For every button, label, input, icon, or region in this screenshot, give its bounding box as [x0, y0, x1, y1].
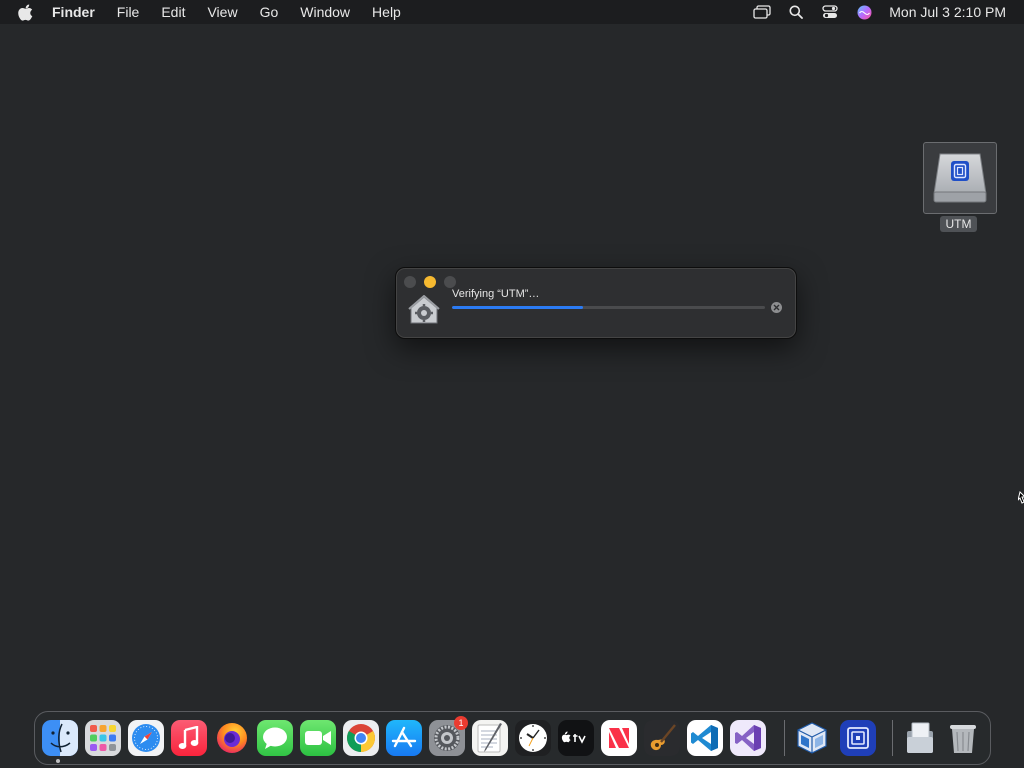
launchpad-icon: [90, 725, 116, 751]
menu-view[interactable]: View: [196, 0, 248, 24]
dock-facetime[interactable]: [300, 720, 336, 756]
music-note-icon: [178, 726, 199, 749]
dock-finder[interactable]: [42, 720, 78, 756]
control-center-icon[interactable]: [813, 5, 847, 19]
firefox-icon: [217, 723, 247, 753]
virtualbox-cube-icon: [797, 722, 827, 754]
dock-visual-studio[interactable]: [730, 720, 766, 756]
dock-documents-stack[interactable]: [902, 720, 938, 756]
video-camera-icon: [305, 731, 331, 745]
siri-icon[interactable]: [847, 5, 881, 20]
dock: 1: [34, 711, 991, 765]
news-icon: [609, 728, 629, 748]
menu-bar: Finder File Edit View Go Window Help Mon…: [0, 0, 1024, 24]
finder-icon: [42, 720, 78, 756]
vscode-icon: [691, 725, 718, 751]
dock-clock[interactable]: [515, 720, 551, 756]
menu-go[interactable]: Go: [249, 0, 290, 24]
desktop-disk-utm[interactable]: [923, 142, 997, 214]
menu-app-name[interactable]: Finder: [52, 0, 106, 24]
core-services-gear-house-icon: [408, 294, 440, 325]
apple-tv-icon: [561, 731, 586, 744]
verify-progress-fill: [452, 306, 584, 309]
clock-face-icon: [519, 724, 547, 752]
disk-image-icon: [933, 153, 987, 203]
dock-apple-tv[interactable]: [558, 720, 594, 756]
menu-help[interactable]: Help: [361, 0, 412, 24]
cancel-verify-button[interactable]: [771, 302, 782, 313]
settings-notification-badge: 1: [454, 716, 468, 730]
apple-menu-icon[interactable]: [18, 4, 34, 21]
finder-running-indicator: [56, 759, 60, 763]
dock-textedit[interactable]: [472, 720, 508, 756]
dock-separator-right: [892, 720, 893, 756]
dock-music[interactable]: [171, 720, 207, 756]
close-x-icon: [773, 304, 780, 311]
window-zoom-button[interactable]: [444, 276, 456, 288]
menu-edit[interactable]: Edit: [150, 0, 196, 24]
dock-safari[interactable]: [128, 720, 164, 756]
dock-trash[interactable]: [945, 720, 981, 756]
trash-can-icon: [950, 725, 976, 753]
dock-firefox[interactable]: [214, 720, 250, 756]
verify-progress-window: Verifying “UTM”…: [395, 267, 797, 339]
dock-messages[interactable]: [257, 720, 293, 756]
utm-icon: [847, 727, 869, 749]
dock-vscode[interactable]: [687, 720, 723, 756]
menu-window[interactable]: Window: [289, 0, 361, 24]
dock-garageband[interactable]: [644, 720, 680, 756]
menu-file[interactable]: File: [106, 0, 151, 24]
guitar-icon: [650, 724, 676, 751]
dock-news[interactable]: [601, 720, 637, 756]
documents-folder-icon: [907, 722, 933, 753]
dock-launchpad[interactable]: [85, 720, 121, 756]
spotlight-search-icon[interactable]: [779, 5, 813, 19]
visual-studio-icon: [735, 725, 761, 751]
window-minimize-button[interactable]: [424, 276, 436, 288]
dock-app-store[interactable]: [386, 720, 422, 756]
mouse-cursor-icon: [1017, 491, 1024, 509]
verify-progress-bar: [452, 306, 765, 309]
dock-separator: [784, 720, 785, 756]
dock-chrome[interactable]: [343, 720, 379, 756]
safari-compass-icon: [132, 724, 160, 752]
textedit-document-icon: [477, 723, 502, 753]
verify-status-text: Verifying “UTM”…: [452, 288, 540, 300]
dock-utm[interactable]: [840, 720, 876, 756]
screen-mirroring-icon[interactable]: [745, 5, 779, 19]
window-close-button[interactable]: [404, 276, 416, 288]
dock-virtualbox[interactable]: [794, 720, 830, 756]
desktop-disk-label[interactable]: UTM: [940, 216, 977, 232]
menubar-clock[interactable]: Mon Jul 3 2:10 PM: [889, 4, 1006, 20]
messages-bubble-icon: [263, 727, 287, 749]
app-store-icon: [391, 726, 417, 748]
chrome-icon: [347, 724, 375, 752]
